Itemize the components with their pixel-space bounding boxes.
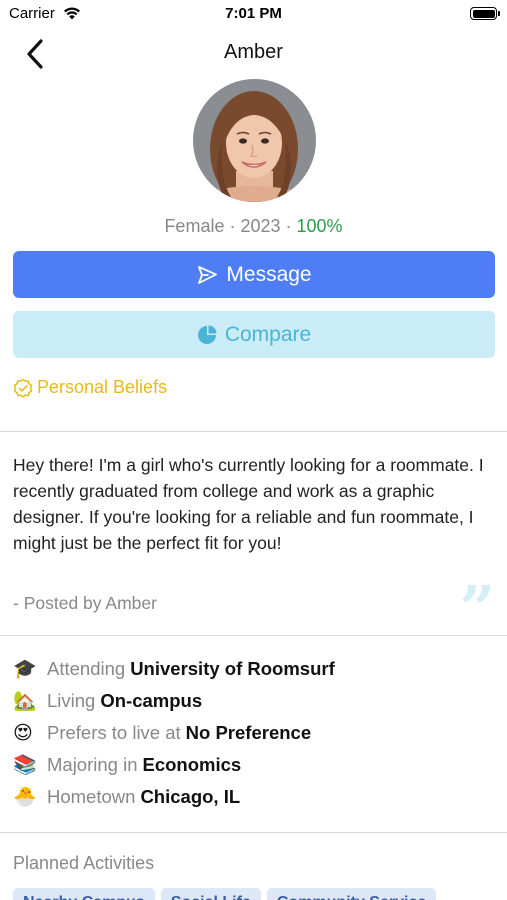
info-row-preference: 😍 Prefers to live at No Preference	[13, 717, 335, 749]
meta-separator: ·	[224, 216, 241, 236]
clock-label: 7:01 PM	[225, 5, 282, 22]
personal-beliefs-label: Personal Beliefs	[37, 377, 168, 397]
info-row-living: 🏡 Living On-campus	[13, 685, 335, 717]
divider	[0, 431, 507, 432]
compare-label: Compare	[224, 322, 312, 346]
info-row-major: 📚 Majoring in Economics	[13, 749, 335, 781]
hatching-chick-icon: 🐣	[13, 787, 37, 808]
info-row-hometown: 🐣 Hometown Chicago, IL	[13, 781, 335, 813]
planned-activities-title: Planned Activities	[13, 853, 155, 873]
bio-text: Hey there! I'm a girl who's currently lo…	[13, 455, 484, 553]
compare-button[interactable]: Compare	[13, 311, 495, 358]
check-badge-icon	[13, 378, 33, 398]
personal-beliefs-link[interactable]: Personal Beliefs	[13, 377, 167, 398]
info-prefix: Prefers to live at	[47, 722, 181, 743]
divider	[0, 635, 507, 636]
nav-bar: Amber	[0, 34, 507, 74]
info-prefix: Living	[47, 690, 96, 711]
house-icon: 🏡	[13, 691, 37, 712]
info-value: Chicago, IL	[140, 786, 241, 807]
activity-chips: Nearby Campus Social Life Community Serv…	[13, 888, 437, 900]
info-prefix: Attending	[47, 658, 126, 679]
heart-eyes-icon: 😍	[13, 722, 33, 744]
status-bar: Carrier 7:01 PM	[0, 0, 507, 28]
activity-chip[interactable]: Social Life	[160, 888, 261, 900]
gender-label: Female	[164, 216, 225, 236]
info-prefix: Hometown	[47, 786, 136, 807]
quote-icon: ”	[459, 572, 495, 645]
divider	[0, 832, 507, 833]
profile-meta: Female · 2023 · 100%	[0, 216, 507, 237]
pie-chart-icon	[197, 325, 217, 344]
info-prefix: Majoring in	[47, 754, 138, 775]
activity-chip[interactable]: Community Service	[266, 888, 437, 900]
info-value: University of Roomsurf	[130, 658, 335, 679]
message-label: Message	[226, 262, 312, 286]
battery-icon	[470, 7, 500, 20]
page-title: Amber	[224, 41, 283, 63]
match-percentage: 100%	[296, 216, 343, 236]
posted-by-label: - Posted by Amber	[13, 593, 157, 613]
info-value: On-campus	[100, 690, 203, 711]
info-row-attending: 🎓 Attending University of Roomsurf	[13, 653, 335, 685]
profile-avatar	[193, 79, 316, 202]
graduation-cap-icon: 🎓	[13, 659, 37, 680]
send-icon	[198, 265, 218, 284]
info-value: Economics	[142, 754, 242, 775]
books-icon: 📚	[13, 755, 37, 776]
activity-chip[interactable]: Nearby Campus	[13, 888, 155, 900]
message-button[interactable]: Message	[13, 251, 495, 298]
meta-separator: ·	[280, 216, 297, 236]
profile-info-list: 🎓 Attending University of Roomsurf 🏡 Liv…	[13, 653, 335, 813]
info-value: No Preference	[185, 722, 312, 743]
year-label: 2023	[240, 216, 281, 236]
